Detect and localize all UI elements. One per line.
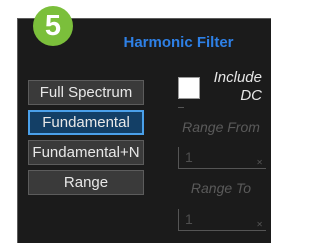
range-to-input[interactable]: 1 ✕: [178, 209, 266, 231]
range-to-clear-icon: ✕: [256, 220, 263, 229]
range-to-value: 1: [185, 211, 193, 227]
panel-title: Harmonic Filter: [123, 34, 234, 51]
include-dc-label: Include DC: [206, 69, 262, 105]
range-from-label: Range From: [182, 119, 260, 135]
range-button[interactable]: Range: [28, 170, 144, 195]
range-to-label: Range To: [190, 180, 252, 196]
full-spectrum-button[interactable]: Full Spectrum: [28, 80, 144, 105]
step-number-badge: 5: [33, 6, 73, 46]
harmonic-filter-panel: Harmonic Filter Full Spectrum Fundamenta…: [17, 18, 271, 243]
fundamental-button[interactable]: Fundamental: [28, 110, 144, 135]
range-from-value: 1: [185, 149, 193, 165]
include-dc-corner-mark: [178, 107, 184, 108]
include-dc-checkbox[interactable]: [178, 77, 200, 99]
fundamental-plus-n-button[interactable]: Fundamental+N: [28, 140, 144, 165]
range-from-clear-icon: ✕: [256, 158, 263, 167]
include-dc-label-line2: DC: [240, 87, 262, 104]
include-dc-label-line1: Include: [213, 69, 262, 86]
range-from-input[interactable]: 1 ✕: [178, 147, 266, 169]
